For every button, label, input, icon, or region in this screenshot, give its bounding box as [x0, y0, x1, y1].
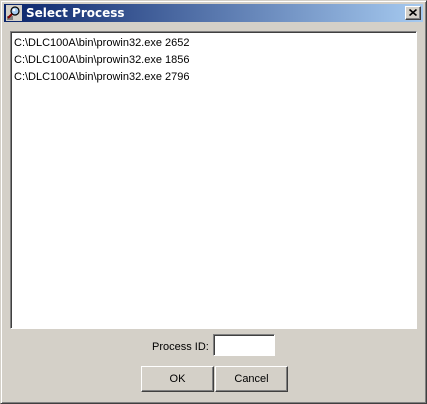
cancel-button[interactable]: Cancel — [215, 366, 288, 392]
list-item[interactable]: C:\DLC100A\bin\prowin32.exe 1856 — [14, 52, 414, 69]
magnifier-process-icon — [6, 5, 22, 21]
close-icon — [409, 9, 417, 16]
process-id-label: Process ID: — [152, 341, 209, 353]
process-list[interactable]: C:\DLC100A\bin\prowin32.exe 2652 C:\DLC1… — [10, 31, 417, 329]
list-item[interactable]: C:\DLC100A\bin\prowin32.exe 2652 — [14, 35, 414, 52]
process-id-input[interactable] — [213, 334, 275, 356]
title-bar[interactable]: Select Process — [4, 4, 423, 22]
window-title: Select Process — [26, 6, 125, 20]
select-process-dialog: Select Process C:\DLC100A\bin\prowin32.e… — [0, 0, 427, 404]
ok-button[interactable]: OK — [141, 366, 214, 392]
list-item[interactable]: C:\DLC100A\bin\prowin32.exe 2796 — [14, 69, 414, 86]
close-button[interactable] — [405, 6, 421, 20]
